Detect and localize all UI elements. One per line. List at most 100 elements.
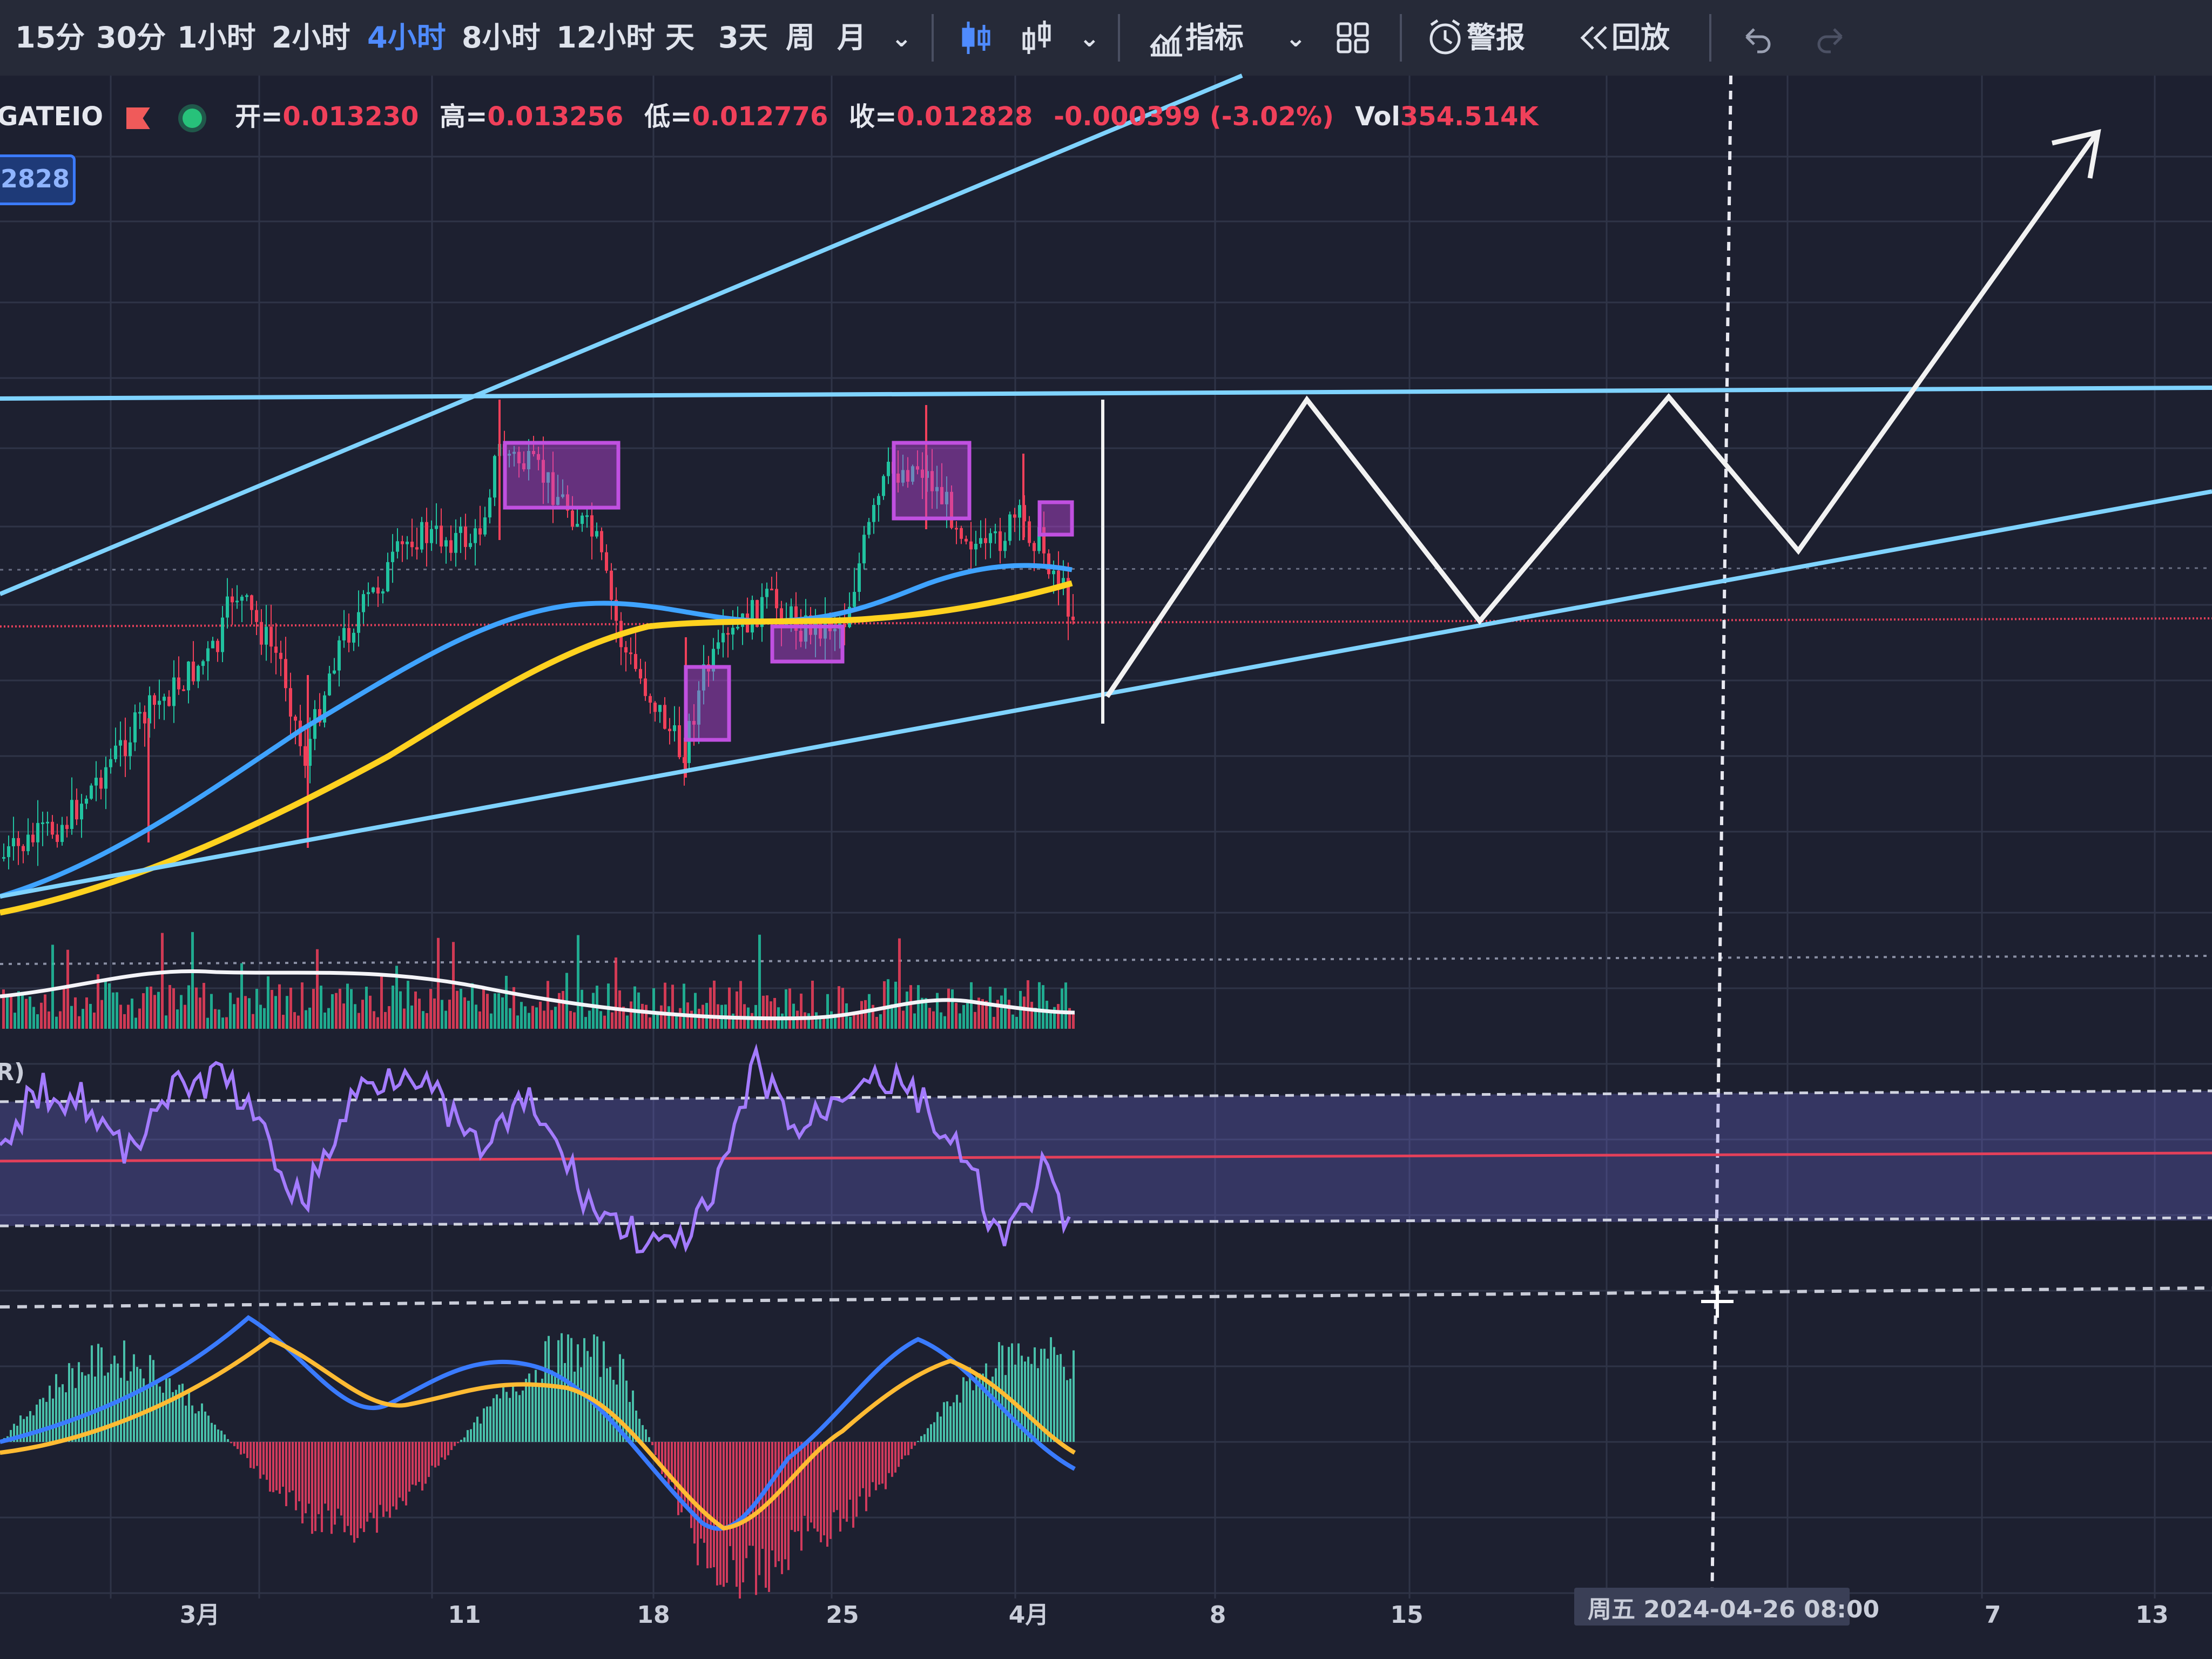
- macd-histogram-bar: [211, 1422, 213, 1442]
- volume-bar: [108, 983, 111, 1029]
- candle-body: [279, 652, 282, 659]
- candle-body: [731, 628, 734, 635]
- macd-histogram-bar: [36, 1404, 38, 1442]
- volume-bar: [51, 945, 54, 1029]
- macd-histogram-bar: [901, 1442, 903, 1459]
- macd-histogram-bar: [1066, 1380, 1068, 1442]
- volume-bar: [773, 997, 776, 1029]
- price-chart[interactable]: 3月 11 18 25 4月 8 15 7 13 周五 2024-04-26 08:00 R): [0, 0, 2212, 1659]
- candle-body: [333, 670, 336, 674]
- volume-bar: [320, 986, 322, 1029]
- candle-body: [585, 515, 589, 517]
- candle-body: [284, 659, 287, 689]
- candle-body: [726, 633, 730, 635]
- macd-histogram-bar: [350, 1442, 352, 1535]
- macd-histogram-bar: [386, 1442, 388, 1512]
- macd-histogram-bar: [966, 1381, 968, 1442]
- macd-histogram-bar: [865, 1442, 867, 1512]
- volume-bar: [48, 1011, 50, 1029]
- volume-bar: [1000, 995, 1003, 1029]
- macd-histogram-bar: [237, 1442, 239, 1449]
- macd-histogram-bar: [574, 1371, 576, 1442]
- macd-histogram-bar: [881, 1442, 884, 1484]
- macd-histogram-bar: [677, 1442, 679, 1515]
- volume-bar: [369, 995, 372, 1029]
- volume-bar: [974, 1011, 976, 1029]
- macd-histogram-bar: [126, 1380, 129, 1442]
- macd-histogram-bar: [405, 1442, 407, 1506]
- macd-histogram-bar: [509, 1398, 511, 1442]
- macd-histogram-bar: [768, 1442, 770, 1592]
- macd-histogram-bar: [525, 1379, 527, 1442]
- candle-body: [1028, 521, 1031, 543]
- volume-bar: [781, 1013, 784, 1029]
- x-tick-label: 25: [826, 1601, 859, 1629]
- volume-bar: [785, 989, 787, 1029]
- candle-body: [95, 778, 98, 786]
- macd-histogram-bar: [609, 1367, 611, 1442]
- volume-bar: [376, 1017, 379, 1029]
- volume-bar: [516, 1015, 519, 1029]
- volume-bar: [172, 988, 175, 1029]
- macd-histogram-bar: [606, 1368, 608, 1442]
- volume-bar: [592, 993, 595, 1029]
- candle-body: [177, 677, 180, 690]
- macd-histogram-bar: [198, 1411, 200, 1442]
- macd-histogram-bar: [940, 1417, 942, 1442]
- candle-body: [449, 540, 453, 553]
- volume-bar: [233, 1004, 235, 1029]
- macd-histogram-bar: [483, 1408, 485, 1442]
- macd-histogram-bar: [593, 1334, 595, 1442]
- volume-bar: [138, 1008, 141, 1029]
- candle-body: [576, 524, 579, 527]
- candle-body: [1047, 553, 1050, 575]
- macd-histogram-bar: [204, 1411, 206, 1442]
- volume-bar: [857, 1012, 859, 1029]
- macd-histogram-bar: [220, 1431, 222, 1442]
- volume-bar: [6, 996, 9, 1029]
- chart-background: [0, 76, 2212, 1659]
- macd-histogram-bar: [249, 1442, 252, 1468]
- candle-body: [211, 640, 214, 649]
- volume-bar: [603, 1015, 606, 1029]
- macd-histogram-bar: [642, 1425, 644, 1442]
- macd-histogram-bar: [804, 1442, 806, 1516]
- volume-bar: [463, 997, 466, 1029]
- macd-histogram-bar: [42, 1398, 44, 1442]
- macd-histogram-bar: [428, 1442, 430, 1477]
- volume-bar: [414, 992, 417, 1029]
- volume-bar: [671, 984, 674, 1029]
- volume-bar: [478, 1011, 481, 1029]
- macd-histogram-bar: [78, 1362, 80, 1442]
- volume-bar: [611, 1012, 613, 1029]
- macd-histogram-bar: [447, 1442, 449, 1455]
- volume-bar: [255, 989, 258, 1029]
- macd-histogram-bar: [522, 1390, 524, 1442]
- candle-body: [974, 543, 977, 550]
- volume-bar: [346, 983, 349, 1029]
- volume-bar: [70, 1006, 73, 1029]
- candle-body: [109, 759, 112, 767]
- chart-grid: [0, 75, 2212, 1659]
- macd-histogram-bar: [512, 1386, 514, 1442]
- candle-body: [581, 515, 584, 524]
- volume-bar: [301, 982, 304, 1029]
- candle-body: [478, 528, 482, 535]
- volume-bar: [505, 975, 508, 1029]
- macd-histogram-bar: [331, 1442, 333, 1534]
- volume-bar: [909, 985, 912, 1029]
- red-flag-icon: [126, 107, 150, 129]
- highlight-box: [770, 624, 845, 664]
- volume-bar: [361, 1000, 364, 1029]
- volume-bar: [134, 1017, 137, 1029]
- macd-histogram-bar: [797, 1442, 799, 1532]
- macd-histogram-bar: [830, 1442, 832, 1539]
- macd-histogram-bar: [693, 1442, 696, 1544]
- macd-histogram-bar: [324, 1442, 326, 1504]
- volume-bar: [112, 992, 114, 1029]
- x-tick-label: 4月: [1009, 1601, 1049, 1629]
- volume-bar: [501, 997, 504, 1029]
- candle-body: [483, 517, 487, 535]
- volume-bar: [800, 993, 802, 1029]
- macd-histogram-bar: [133, 1354, 135, 1442]
